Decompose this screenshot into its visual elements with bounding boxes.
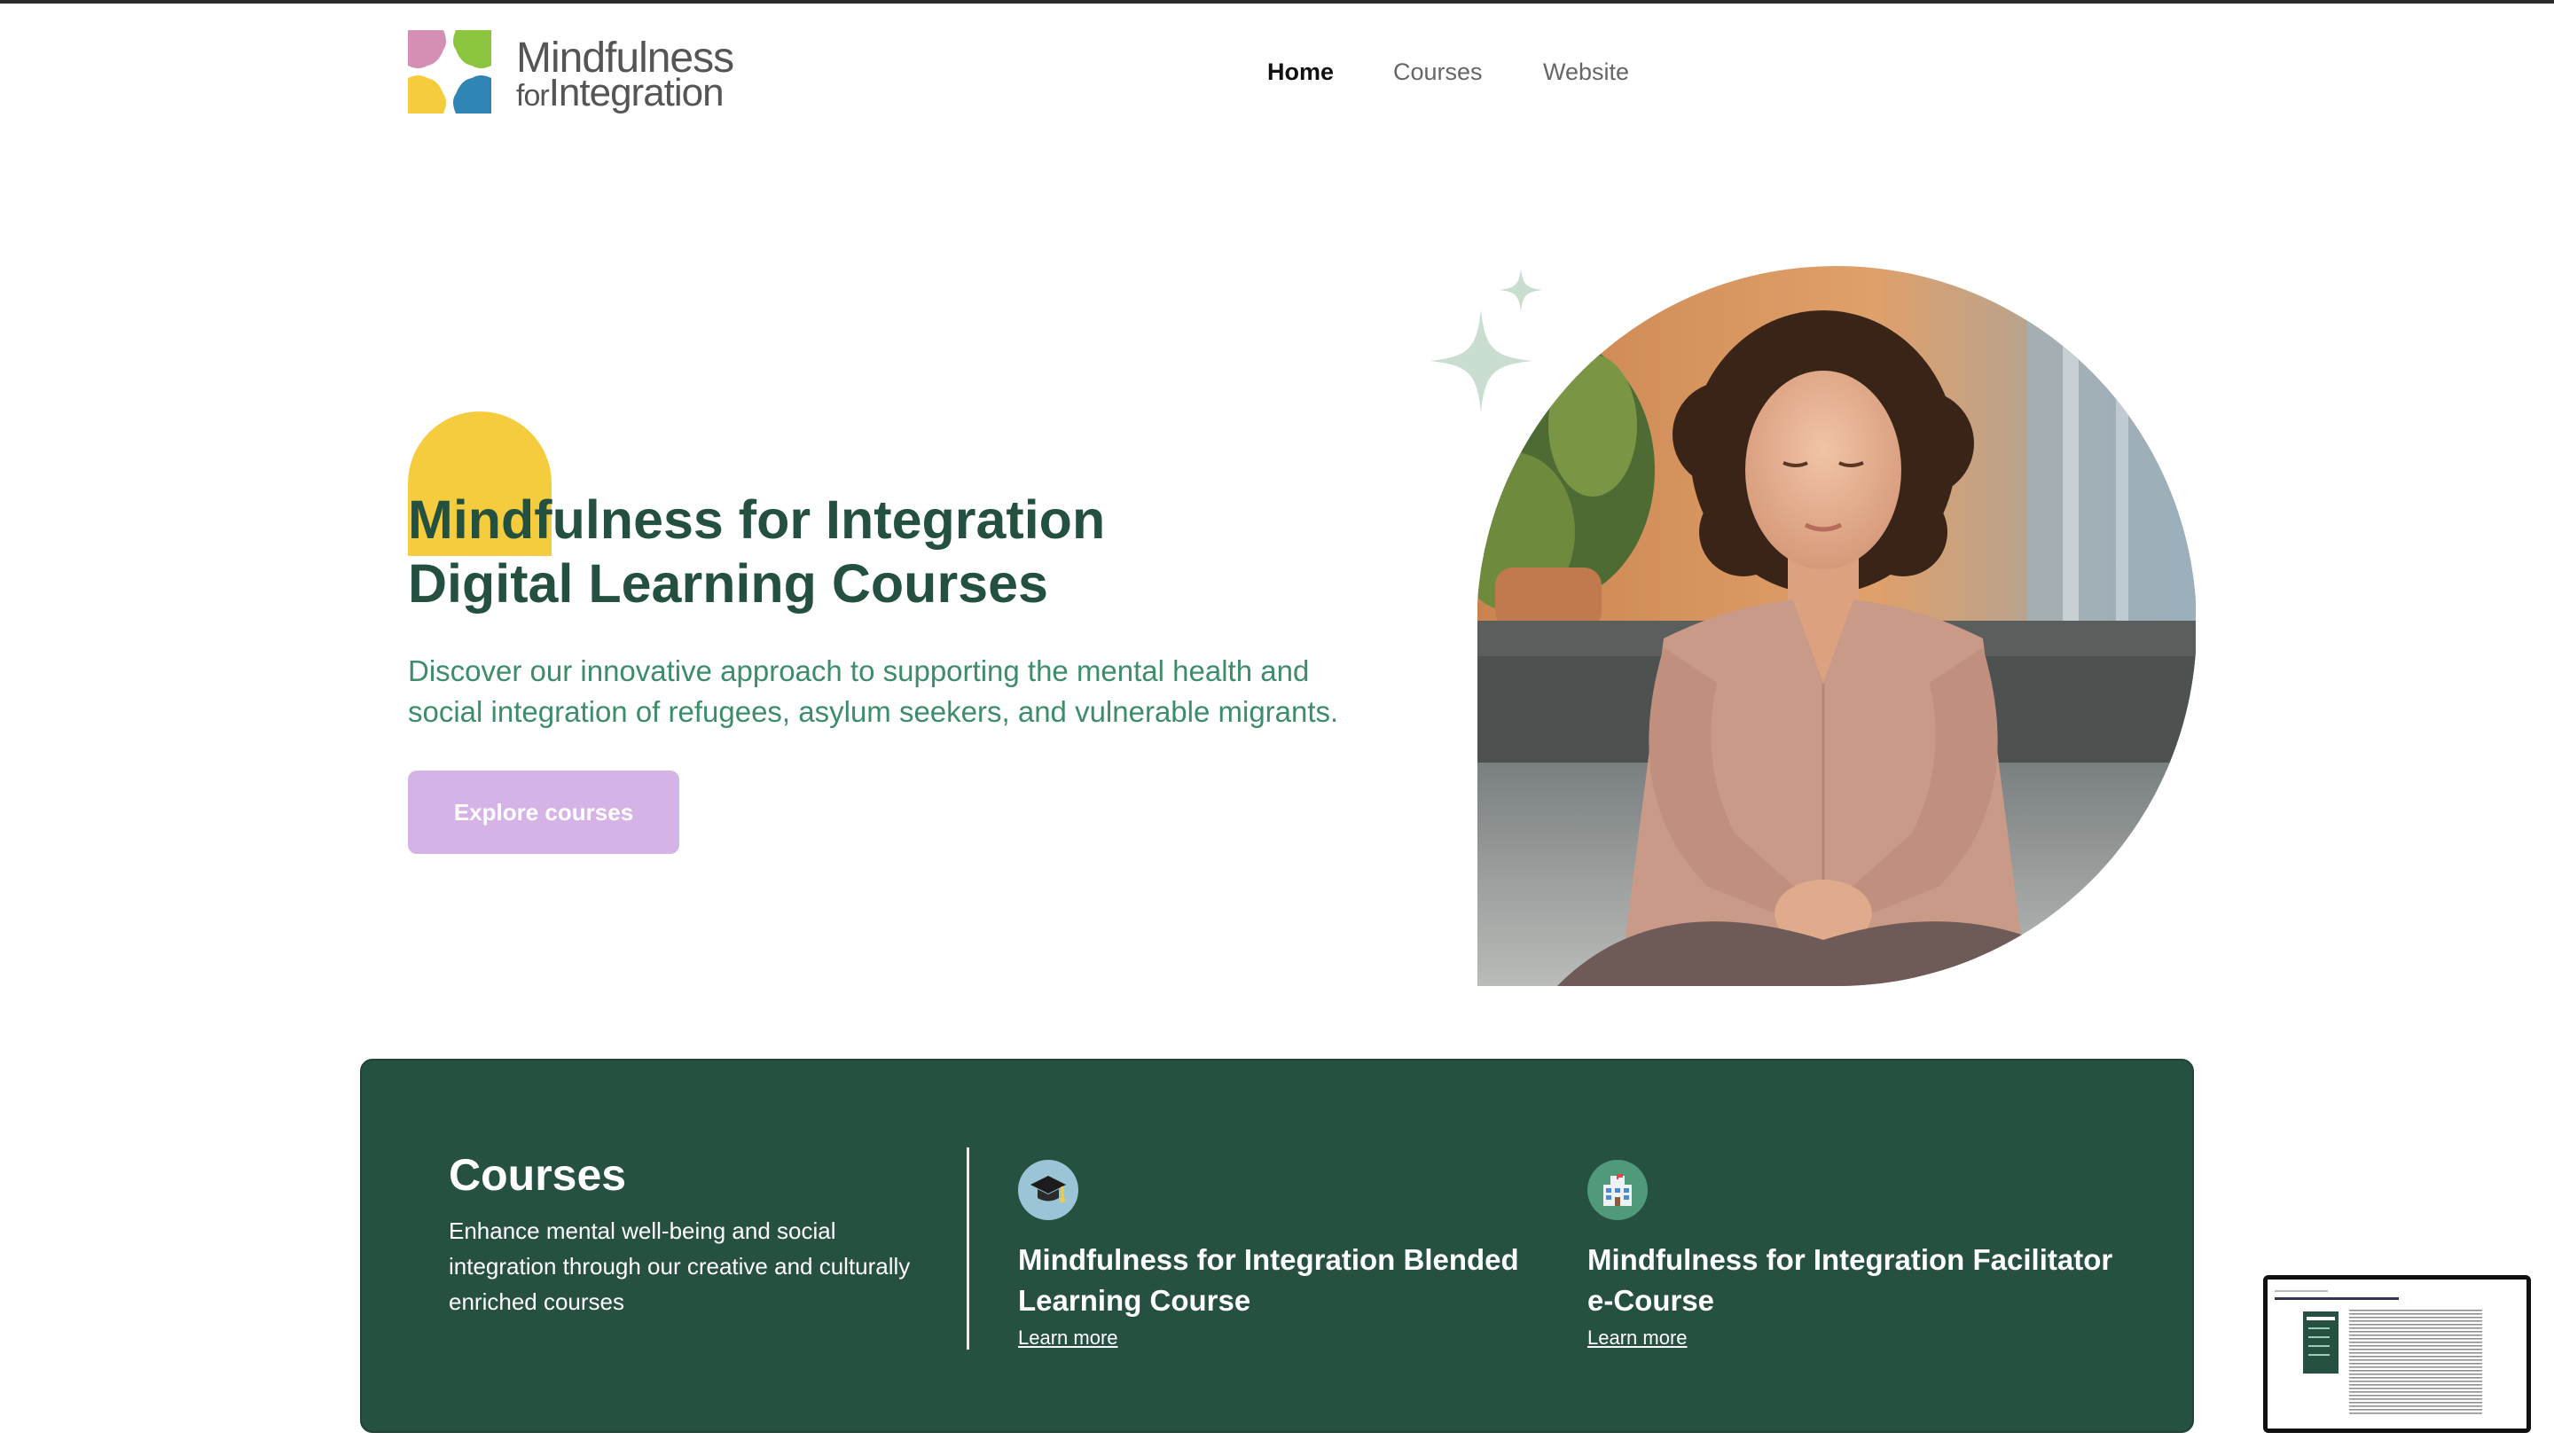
preview-screenshot-icon <box>2268 1280 2527 1429</box>
course-title-blended: Mindfulness for Integration Blended Lear… <box>1018 1243 1519 1317</box>
hero-title-line2: Digital Learning Courses <box>408 553 1048 614</box>
nav-website-link[interactable]: Website <box>1543 59 1629 86</box>
course-card-facilitator: Mindfulness for Integration Facilitator … <box>1587 1160 2137 1350</box>
graduation-cap-icon <box>1018 1160 1078 1220</box>
courses-description: Enhance mental well-being and social int… <box>449 1217 911 1315</box>
school-building-icon <box>1587 1160 1648 1220</box>
learn-more-link-facilitator[interactable]: Learn more <box>1587 1327 1688 1350</box>
course-preview-thumbnail[interactable] <box>2263 1275 2531 1433</box>
explore-courses-button[interactable]: Explore courses <box>408 771 679 854</box>
hero-title: Mindfulness for Integration Digital Lear… <box>408 488 1383 615</box>
course-card-blended: Mindfulness for Integration Blended Lear… <box>1018 1160 1568 1350</box>
logo-mark-icon <box>408 30 491 114</box>
courses-heading: Courses <box>449 1150 627 1200</box>
courses-divider <box>967 1147 969 1350</box>
courses-section: Courses Enhance mental well-being and so… <box>360 1059 2194 1433</box>
logo-text-line2: forIntegration <box>516 71 725 114</box>
meditating-woman-photo <box>1477 266 2196 986</box>
course-title-facilitator: Mindfulness for Integration Facilitator … <box>1587 1243 2113 1317</box>
site-logo[interactable]: Mindfulness forIntegration <box>408 30 736 119</box>
hero-title-line1: Mindfulness for Integration <box>408 489 1106 550</box>
top-border <box>0 0 2554 4</box>
learn-more-link-blended[interactable]: Learn more <box>1018 1327 1118 1350</box>
nav-home-link[interactable]: Home <box>1267 59 1334 86</box>
hero-subtitle: Discover our innovative approach to supp… <box>408 654 1339 728</box>
nav-courses-link[interactable]: Courses <box>1393 59 1483 86</box>
